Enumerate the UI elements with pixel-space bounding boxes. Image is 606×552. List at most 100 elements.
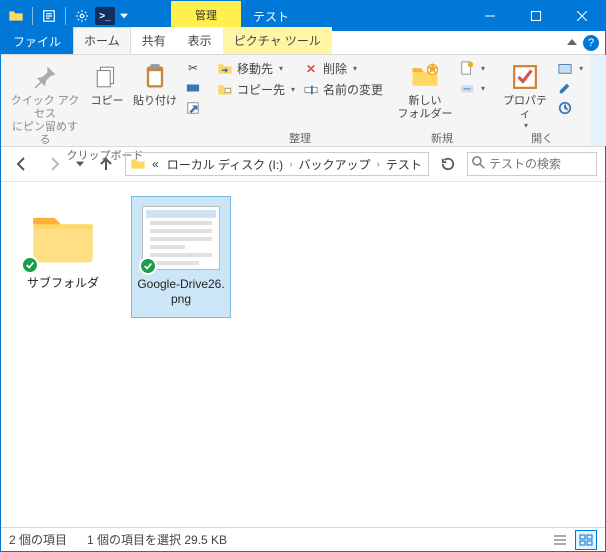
ribbon-tabs: ファイル ホーム 共有 表示 ピクチャ ツール ? — [1, 31, 605, 55]
group-new: ★ 新しい フォルダー ▾ ▾ 新規 — [391, 55, 493, 146]
image-thumb — [141, 203, 221, 273]
address-bar-row: « ローカル ディスク (I:) › バックアップ › テスト ⌄ — [1, 147, 605, 181]
paste-shortcut-button[interactable] — [183, 99, 203, 117]
delete-label: 削除 — [323, 60, 347, 77]
copy-to-icon — [217, 82, 233, 98]
paste-label: 貼り付け — [133, 95, 177, 108]
new-item-icon — [459, 60, 475, 76]
powershell-icon[interactable]: >_ — [95, 7, 115, 25]
new-folder-icon: ★ — [409, 61, 441, 93]
item-label: Google-Drive26.png — [136, 277, 226, 307]
paste-icon — [139, 61, 171, 93]
files-pane[interactable]: サブフォルダ Google-Drive26.png — [1, 182, 605, 527]
maximize-button[interactable] — [513, 1, 559, 31]
delete-button[interactable]: ✕ 削除▾ — [301, 59, 385, 78]
refresh-button[interactable] — [435, 151, 461, 177]
folder-icon — [29, 209, 97, 265]
file-item[interactable]: Google-Drive26.png — [131, 196, 231, 318]
help-button[interactable]: ? — [583, 35, 599, 51]
search-icon — [472, 156, 485, 172]
shortcut-icon — [185, 100, 201, 116]
history-button[interactable] — [555, 99, 585, 117]
group-clipboard: クイック アクセス にピン留めする コピー 貼り付け ✂ クリップボード — [1, 55, 209, 146]
pin-to-quick-access-button[interactable]: クイック アクセス にピン留めする — [7, 59, 83, 147]
move-to-button[interactable]: 移動先▾ — [215, 59, 297, 78]
copy-icon — [91, 61, 123, 93]
copy-button[interactable]: コピー — [87, 59, 127, 108]
minimize-button[interactable] — [467, 1, 513, 31]
edit-button[interactable] — [555, 79, 585, 97]
qat-dropdown-icon[interactable] — [117, 5, 131, 27]
copy-to-button[interactable]: コピー先▾ — [215, 80, 297, 99]
file-tab[interactable]: ファイル — [1, 29, 73, 54]
status-bar: 2 個の項目 1 個の項目を選択 29.5 KB — [1, 527, 605, 551]
thumbnails-view-button[interactable] — [575, 530, 597, 550]
explorer-window: >_ 管理 テスト ファイル ホーム 共有 表示 ピクチャ ツール ? — [0, 0, 606, 552]
pin-label: クイック アクセス にピン留めする — [7, 95, 83, 147]
forward-button[interactable] — [41, 151, 67, 177]
back-button[interactable] — [9, 151, 35, 177]
pin-icon — [29, 61, 61, 93]
search-input[interactable] — [489, 157, 592, 171]
open-button[interactable]: ▾ — [555, 59, 585, 77]
properties-button[interactable]: プロパティ ▾ — [499, 59, 551, 130]
sync-ok-badge-icon — [21, 256, 39, 274]
rename-label: 名前の変更 — [323, 81, 383, 98]
new-item-button[interactable]: ▾ — [457, 59, 487, 77]
folder-item[interactable]: サブフォルダ — [13, 196, 113, 301]
copy-path-button[interactable] — [183, 79, 203, 97]
recent-dropdown[interactable] — [73, 151, 87, 177]
properties-label: プロパティ — [499, 95, 551, 121]
new-folder-label: 新しい フォルダー — [398, 95, 453, 121]
group-label-open: 開く — [531, 130, 553, 146]
up-button[interactable] — [93, 151, 119, 177]
folder-icon[interactable] — [5, 5, 27, 27]
open-icon — [557, 60, 573, 76]
properties-icon[interactable] — [38, 5, 60, 27]
chevron-right-icon[interactable]: › — [289, 159, 292, 170]
item-label: サブフォルダ — [27, 276, 99, 291]
address-bar[interactable]: « ローカル ディスク (I:) › バックアップ › テスト ⌄ — [125, 152, 429, 176]
status-selection: 1 個の項目を選択 29.5 KB — [87, 531, 227, 548]
easy-access-button[interactable]: ▾ — [457, 79, 487, 97]
tab-picture-tools[interactable]: ピクチャ ツール — [223, 27, 332, 54]
ribbon-toggle-icon[interactable] — [567, 37, 577, 51]
select-button[interactable]: 選択 ▾ — [597, 59, 606, 117]
folder-icon — [130, 156, 146, 172]
cut-button[interactable]: ✂ — [183, 59, 203, 77]
group-open: プロパティ ▾ ▾ 開く — [493, 55, 591, 146]
folder-thumb — [23, 202, 103, 272]
search-box[interactable] — [467, 152, 597, 176]
copy-to-label: コピー先 — [237, 81, 285, 98]
paste-button[interactable]: 貼り付け — [131, 59, 179, 108]
window-controls — [467, 1, 605, 31]
tab-view[interactable]: 表示 — [177, 27, 223, 54]
group-select: 選択 ▾ — [591, 55, 606, 146]
delete-icon: ✕ — [303, 61, 319, 77]
move-to-label: 移動先 — [237, 60, 273, 77]
contextual-header-label: 管理 — [195, 9, 217, 23]
new-folder-button[interactable]: ★ 新しい フォルダー — [397, 59, 453, 121]
rename-icon — [303, 82, 319, 98]
rename-button[interactable]: 名前の変更 — [301, 80, 385, 99]
details-view-button[interactable] — [549, 530, 571, 550]
checkbox-icon — [509, 61, 541, 93]
tab-share[interactable]: 共有 — [131, 27, 177, 54]
svg-text:★: ★ — [426, 62, 439, 77]
tab-home[interactable]: ホーム — [73, 27, 131, 54]
settings-icon[interactable] — [71, 5, 93, 27]
close-button[interactable] — [559, 1, 605, 31]
crumb-drive[interactable]: ローカル ディスク (I:) — [165, 156, 286, 173]
copy-label: コピー — [91, 95, 124, 108]
clipboard-mini-col: ✂ — [183, 59, 203, 117]
sync-ok-badge-icon — [139, 257, 157, 275]
separator — [65, 7, 66, 25]
ribbon: クイック アクセス にピン留めする コピー 貼り付け ✂ クリップボード — [1, 55, 605, 147]
group-label-organize: 整理 — [289, 130, 311, 146]
crumb-backup[interactable]: バックアップ — [297, 156, 373, 173]
crumb-test[interactable]: テスト — [384, 156, 424, 173]
group-label-new: 新規 — [431, 130, 453, 146]
content-area: サブフォルダ Google-Drive26.png — [1, 181, 605, 527]
path-icon — [185, 80, 201, 96]
chevron-right-icon[interactable]: › — [377, 159, 380, 170]
